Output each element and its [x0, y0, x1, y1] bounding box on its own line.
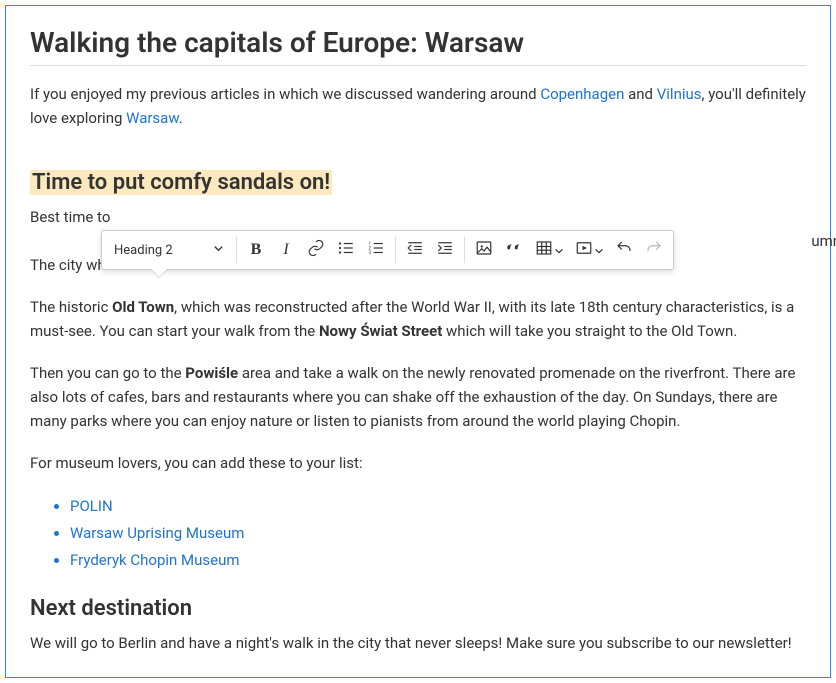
museum-list[interactable]: POLIN Warsaw Uprising Museum Fryderyk Ch… [70, 493, 806, 574]
intro-paragraph[interactable]: If you enjoyed my previous articles in w… [30, 82, 806, 130]
museum-intro[interactable]: For museum lovers, you can add these to … [30, 451, 806, 475]
powisle-paragraph[interactable]: Then you can go to the Powiśle area and … [30, 361, 806, 433]
text[interactable]: and [624, 85, 656, 103]
historic-paragraph[interactable]: The historic Old Town, which was reconst… [30, 295, 806, 343]
link-chopin-museum[interactable]: Fryderyk Chopin Museum [70, 551, 240, 569]
italic-button[interactable]: I [271, 231, 301, 269]
heading-dropdown[interactable]: Heading 2 [106, 231, 232, 269]
table-button[interactable] [529, 231, 569, 269]
balloon-toolbar: Heading 2 B I 123 [101, 230, 674, 270]
text[interactable]: The historic [30, 298, 112, 316]
undo-icon [615, 239, 633, 261]
link-vilnius[interactable]: Vilnius [657, 85, 702, 103]
list-item[interactable]: POLIN [70, 493, 806, 520]
page-title[interactable]: Walking the capitals of Europe: Warsaw [30, 26, 806, 66]
toolbar-separator [464, 237, 465, 263]
text[interactable]: Then you can go to the [30, 364, 185, 382]
redo-button[interactable] [639, 231, 669, 269]
text[interactable]: which will take you straight to the Old … [442, 322, 737, 340]
indent-button[interactable] [430, 231, 460, 269]
table-icon [535, 239, 553, 261]
link-copenhagen[interactable]: Copenhagen [540, 85, 624, 103]
italic-icon: I [283, 241, 288, 259]
text[interactable]: If you enjoyed my previous articles in w… [30, 85, 540, 103]
document-content[interactable]: If you enjoyed my previous articles in w… [30, 82, 806, 655]
image-icon [475, 239, 493, 261]
bold-powisle[interactable]: Powiśle [185, 364, 238, 382]
heading-dropdown-label: Heading 2 [114, 243, 213, 258]
indent-icon [436, 239, 454, 261]
redo-icon [645, 239, 663, 261]
bold-old-town[interactable]: Old Town [112, 298, 174, 316]
media-icon [575, 239, 593, 261]
blockquote-button[interactable] [499, 231, 529, 269]
link-polin[interactable]: POLIN [70, 497, 113, 515]
chevron-down-icon [594, 241, 604, 260]
next-paragraph[interactable]: We will go to Berlin and have a night's … [30, 631, 806, 655]
image-button[interactable] [469, 231, 499, 269]
list-item[interactable]: Fryderyk Chopin Museum [70, 547, 806, 574]
outdent-button[interactable] [400, 231, 430, 269]
editor-frame[interactable]: Walking the capitals of Europe: Warsaw I… [5, 5, 831, 678]
link-button[interactable] [301, 231, 331, 269]
link-uprising-museum[interactable]: Warsaw Uprising Museum [70, 524, 244, 542]
chevron-down-icon [213, 243, 224, 258]
bulleted-list-icon [337, 239, 355, 261]
outdent-icon [406, 239, 424, 261]
chevron-down-icon [554, 241, 564, 260]
heading-next-destination[interactable]: Next destination [30, 596, 806, 621]
bulleted-list-button[interactable] [331, 231, 361, 269]
svg-text:3: 3 [369, 250, 372, 256]
toolbar-separator [395, 237, 396, 263]
undo-button[interactable] [609, 231, 639, 269]
link-icon [307, 239, 325, 261]
link-warsaw[interactable]: Warsaw [126, 109, 179, 127]
bold-button[interactable]: B [241, 231, 271, 269]
text[interactable]: Best time to [30, 208, 110, 226]
bold-icon: B [251, 241, 262, 259]
toolbar-separator [236, 237, 237, 263]
numbered-list-icon: 123 [367, 239, 385, 261]
blockquote-icon [505, 239, 523, 261]
heading-sandals[interactable]: Time to put comfy sandals on! [30, 170, 332, 195]
text[interactable]: . [179, 109, 183, 127]
media-button[interactable] [569, 231, 609, 269]
toolbar-arrow [150, 269, 168, 278]
bold-nowy-swiat[interactable]: Nowy Świat Street [319, 322, 442, 340]
numbered-list-button[interactable]: 123 [361, 231, 391, 269]
list-item[interactable]: Warsaw Uprising Museum [70, 520, 806, 547]
